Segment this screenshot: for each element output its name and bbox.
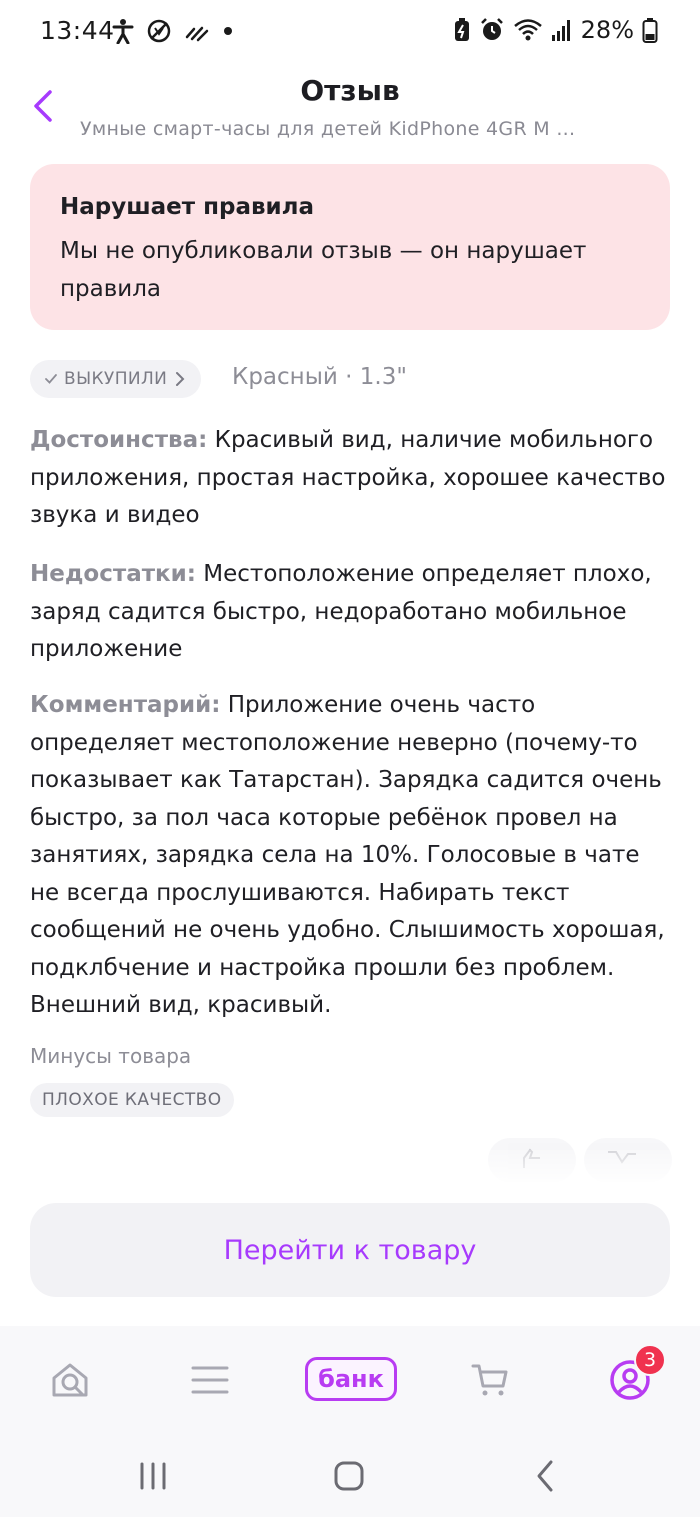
bought-badge[interactable]: ВЫКУПИЛИ: [30, 360, 202, 398]
menu-icon: [191, 1366, 229, 1394]
status-right-icons: 28%: [453, 16, 658, 44]
recent-apps-icon: [140, 1462, 166, 1490]
back-arrow-icon: [537, 1460, 553, 1492]
battery-saver-icon: [454, 18, 469, 41]
comment-text: Приложение очень часто определяет местоп…: [30, 692, 665, 1018]
home-search-icon: [52, 1363, 88, 1397]
status-time: 13:44: [40, 16, 115, 45]
go-to-product-button[interactable]: Перейти к товару: [30, 1203, 670, 1297]
alarm-icon: [480, 18, 503, 40]
dot-icon: [224, 27, 232, 35]
nav-catalog[interactable]: [182, 1352, 238, 1408]
warning-text: Мы не опубликовали отзыв — он нарушает п…: [60, 238, 587, 302]
checkmark-icon: [45, 374, 57, 384]
cell-signal-icon: [551, 20, 570, 41]
product-name-subtitle[interactable]: Умные смарт-часы для детей KidPhone 4GR …: [80, 118, 575, 140]
bought-badge-label: ВЫКУПИЛИ: [64, 369, 168, 389]
battery-percent: 28%: [580, 16, 634, 44]
minuses-title: Минусы товара: [30, 1044, 192, 1068]
home-button[interactable]: [324, 1456, 374, 1496]
review-comment: Комментарий: Приложение очень часто опре…: [30, 687, 675, 1025]
nav-cart[interactable]: [462, 1352, 518, 1408]
signal-lines-icon: [185, 26, 209, 42]
warning-title: Нарушает правила: [60, 194, 315, 220]
nav-bank[interactable]: банк: [305, 1357, 397, 1401]
page-title: Отзыв: [300, 74, 400, 107]
rules-violation-card: Нарушает правила Мы не опубликовали отзы…: [30, 164, 670, 330]
status-bar: 13:44 28%: [0, 0, 700, 64]
no-disturb-icon: [147, 19, 171, 43]
system-navigation-bar: [0, 1434, 700, 1517]
cart-icon: [471, 1364, 508, 1396]
review-cons: Недостатки: Местоположение определяет пл…: [30, 556, 675, 669]
status-left-icons: [112, 18, 234, 44]
review-pros: Достоинства: Красивый вид, наличие мобил…: [30, 422, 675, 535]
fade-overlay: [0, 1150, 700, 1210]
cons-label: Недостатки:: [30, 561, 196, 587]
home-square-icon: [334, 1461, 364, 1491]
wifi-icon: [513, 19, 542, 41]
accessibility-icon: [112, 19, 134, 44]
product-variant: Красный · 1.3": [232, 364, 407, 390]
chevron-right-icon: [176, 372, 185, 386]
pros-label: Достоинства:: [30, 427, 208, 453]
profile-notification-badge: 3: [634, 1344, 666, 1376]
bottom-navigation: банк: [0, 1326, 700, 1434]
recent-apps-button[interactable]: [128, 1456, 178, 1496]
battery-icon: [642, 18, 658, 43]
comment-label: Комментарий:: [30, 692, 221, 718]
nav-home[interactable]: [42, 1352, 98, 1408]
system-back-button[interactable]: [520, 1456, 570, 1496]
minus-tag: ПЛОХОЕ КАЧЕСТВО: [30, 1083, 234, 1117]
